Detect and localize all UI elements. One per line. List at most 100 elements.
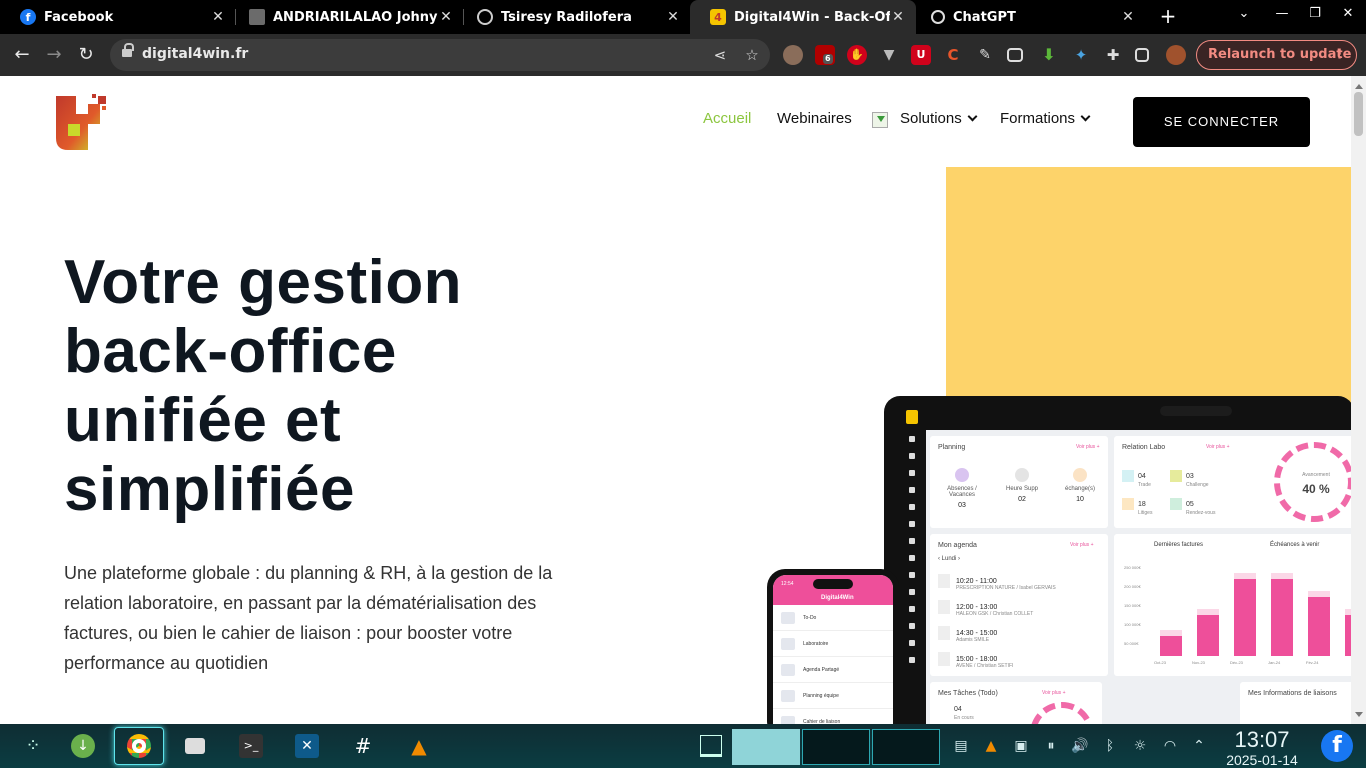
vue-devtools-icon[interactable]: ▼ bbox=[879, 45, 899, 65]
page-scrollbar[interactable] bbox=[1351, 76, 1366, 724]
relaunch-label: Relaunch to update bbox=[1208, 47, 1352, 62]
taskbar-chrome[interactable] bbox=[114, 727, 164, 765]
share-icon[interactable]: ⋖ bbox=[710, 45, 730, 65]
labo-item: 04 Trade bbox=[1122, 470, 1151, 488]
minimize-icon[interactable]: — bbox=[1272, 6, 1292, 21]
show-desktop-button[interactable] bbox=[688, 727, 734, 765]
labo-item: 05 Rendez-vous bbox=[1170, 498, 1215, 516]
taskbar-vscode[interactable]: ✕ bbox=[282, 727, 332, 765]
tab-facebook[interactable]: f Facebook ✕ bbox=[0, 0, 236, 34]
taskbar: ⁘ ↓ >_ ✕ # ▲ ▤ ▲ ▣ ⏸ 🔊 ᛒ ☼ ◠ ⌃ 13:07 202… bbox=[0, 724, 1366, 768]
close-icon[interactable]: ✕ bbox=[890, 9, 906, 25]
kpi-label: Absences / Vacances bbox=[947, 486, 977, 498]
taskbar-files[interactable] bbox=[170, 727, 220, 765]
bookmark-star-icon[interactable]: ☆ bbox=[742, 45, 762, 65]
brightness-icon[interactable]: ☼ bbox=[1131, 738, 1149, 754]
hand-stop-icon[interactable]: ✋ bbox=[847, 45, 867, 65]
vlc-tray-icon[interactable]: ▲ bbox=[982, 738, 1000, 754]
view-more-link[interactable]: Voir plus + bbox=[1076, 444, 1100, 450]
close-icon[interactable]: ✕ bbox=[438, 9, 454, 25]
scroll-down-icon[interactable] bbox=[1355, 712, 1363, 721]
ublock-icon[interactable]: 6 bbox=[815, 45, 835, 65]
view-more-link[interactable]: Voir plus + bbox=[1206, 444, 1230, 450]
volume-icon[interactable]: 🔊 bbox=[1071, 738, 1089, 754]
agenda-row[interactable]: 15:00 - 18:00 AVENE / Christian SETIFI bbox=[938, 652, 1013, 669]
nav-solutions[interactable]: Solutions bbox=[900, 110, 978, 127]
phone-menu-item[interactable]: Planning équipe bbox=[773, 683, 893, 709]
view-more-link[interactable]: Voir plus + bbox=[1042, 690, 1066, 696]
translate-icon[interactable]: ✦ bbox=[1071, 45, 1091, 65]
app-launcher-button[interactable]: ⁘ bbox=[8, 727, 58, 765]
phone-menu-item[interactable]: To-Do bbox=[773, 605, 893, 631]
labo-label: Challenge bbox=[1186, 482, 1209, 488]
maximize-icon[interactable]: ❐ bbox=[1305, 6, 1325, 21]
nav-formations[interactable]: Formations bbox=[1000, 110, 1091, 127]
clipboard-icon[interactable]: ▣ bbox=[1012, 738, 1030, 754]
phone-menu-item[interactable]: Laboratoire bbox=[773, 631, 893, 657]
progress-value: 40 % bbox=[1302, 482, 1330, 496]
taskbar-slack[interactable]: # bbox=[338, 727, 388, 765]
nav-webinaires[interactable]: Webinaires bbox=[777, 110, 852, 127]
close-icon[interactable]: ✕ bbox=[665, 9, 681, 25]
virtual-desktop-3[interactable] bbox=[872, 729, 940, 765]
new-tab-button[interactable]: + bbox=[1156, 4, 1180, 28]
agenda-row[interactable]: 10:20 - 11:00 PRESCRIPTION NATURE / Isabe… bbox=[938, 574, 1056, 591]
labo-value: 03 bbox=[1186, 472, 1194, 480]
profile-avatar-icon[interactable] bbox=[1166, 45, 1186, 65]
virtual-desktop-1[interactable] bbox=[732, 729, 800, 765]
tab-strip: f Facebook ✕ ANDRIARILALAO Johny ✕ Tsire… bbox=[0, 0, 1366, 34]
scroll-up-icon[interactable] bbox=[1355, 80, 1363, 89]
labo-item: 18 Litiges bbox=[1122, 498, 1152, 516]
bluetooth-icon[interactable]: ᛒ bbox=[1101, 738, 1119, 754]
agenda-row[interactable]: 14:30 - 15:00 Adamis SMILE bbox=[938, 626, 997, 643]
digital4win-logo[interactable] bbox=[54, 94, 108, 150]
window-switch-icon[interactable]: ▤ bbox=[952, 738, 970, 754]
menu-dots-icon[interactable]: ⋮ bbox=[1333, 41, 1346, 69]
reload-icon[interactable]: ↻ bbox=[74, 43, 98, 67]
tab-tsiresy[interactable]: Tsiresy Radilofera ✕ bbox=[457, 0, 691, 34]
url-text[interactable]: digital4win.fr bbox=[142, 46, 248, 62]
tab-andriarilalao[interactable]: ANDRIARILALAO Johny ✕ bbox=[229, 0, 464, 34]
phone-menu-item[interactable]: Agenda Partagé bbox=[773, 657, 893, 683]
tab-digital4win[interactable]: 4 Digital4Win - Back-Offic ✕ bbox=[690, 0, 916, 34]
extension-face-icon[interactable] bbox=[783, 45, 803, 65]
screenshot-icon[interactable] bbox=[1007, 48, 1023, 62]
taskbar-terminal[interactable]: >_ bbox=[226, 727, 276, 765]
lock-icon[interactable] bbox=[122, 43, 134, 59]
login-button[interactable]: SE CONNECTER bbox=[1133, 97, 1310, 147]
close-window-icon[interactable]: ✕ bbox=[1338, 6, 1358, 21]
close-icon[interactable]: ✕ bbox=[1120, 9, 1136, 25]
taskbar-facebook[interactable]: f bbox=[1312, 727, 1362, 765]
relaunch-button[interactable]: Relaunch to update ⋮ bbox=[1196, 40, 1357, 70]
eyedropper-icon[interactable]: ✎ bbox=[975, 45, 995, 65]
invoice-bar-cap bbox=[1308, 591, 1330, 597]
taskbar-vlc[interactable]: ▲ bbox=[394, 727, 444, 765]
address-bar[interactable]: digital4win.fr ⋖ ☆ bbox=[110, 39, 770, 71]
agenda-day[interactable]: ‹ Lundi › bbox=[938, 556, 960, 562]
view-more-link[interactable]: Voir plus + bbox=[1070, 542, 1094, 548]
scroll-thumb[interactable] bbox=[1354, 92, 1363, 136]
tab-chatgpt[interactable]: ChatGPT ✕ bbox=[911, 0, 1146, 34]
media-pause-icon[interactable]: ⏸ bbox=[1042, 738, 1060, 754]
agenda-row[interactable]: 12:00 - 13:00 HALEON GSK / Christian COLL… bbox=[938, 600, 1033, 617]
tab-search-chevron-icon[interactable]: ⌄ bbox=[1234, 6, 1254, 21]
extensions-puzzle-icon[interactable]: ✚ bbox=[1103, 45, 1123, 65]
ublock-origin-icon[interactable]: U bbox=[911, 45, 931, 65]
download-manager-icon: ↓ bbox=[71, 734, 95, 758]
nav-accueil[interactable]: Accueil bbox=[703, 110, 751, 127]
close-icon[interactable]: ✕ bbox=[210, 9, 226, 25]
globe-icon bbox=[477, 9, 493, 25]
back-icon[interactable]: ← bbox=[10, 43, 34, 67]
download-arrow-icon[interactable]: ⬇ bbox=[1039, 45, 1059, 65]
agenda-card: Mon agenda Voir plus + ‹ Lundi › 10:20 -… bbox=[930, 534, 1108, 676]
side-panel-icon[interactable] bbox=[1135, 48, 1149, 62]
liaison-card: Mes Informations de liaisons bbox=[1240, 682, 1354, 724]
phone-menu-item[interactable]: Cahier de liaison bbox=[773, 709, 893, 724]
forward-icon[interactable]: → bbox=[42, 43, 66, 67]
coupon-c-icon[interactable]: C bbox=[943, 45, 963, 65]
virtual-desktop-2[interactable] bbox=[802, 729, 870, 765]
wifi-icon[interactable]: ◠ bbox=[1161, 738, 1179, 754]
clock[interactable]: 13:07 2025-01-14 bbox=[1216, 728, 1308, 768]
tray-expand-icon[interactable]: ⌃ bbox=[1190, 738, 1208, 754]
taskbar-downloader[interactable]: ↓ bbox=[58, 727, 108, 765]
